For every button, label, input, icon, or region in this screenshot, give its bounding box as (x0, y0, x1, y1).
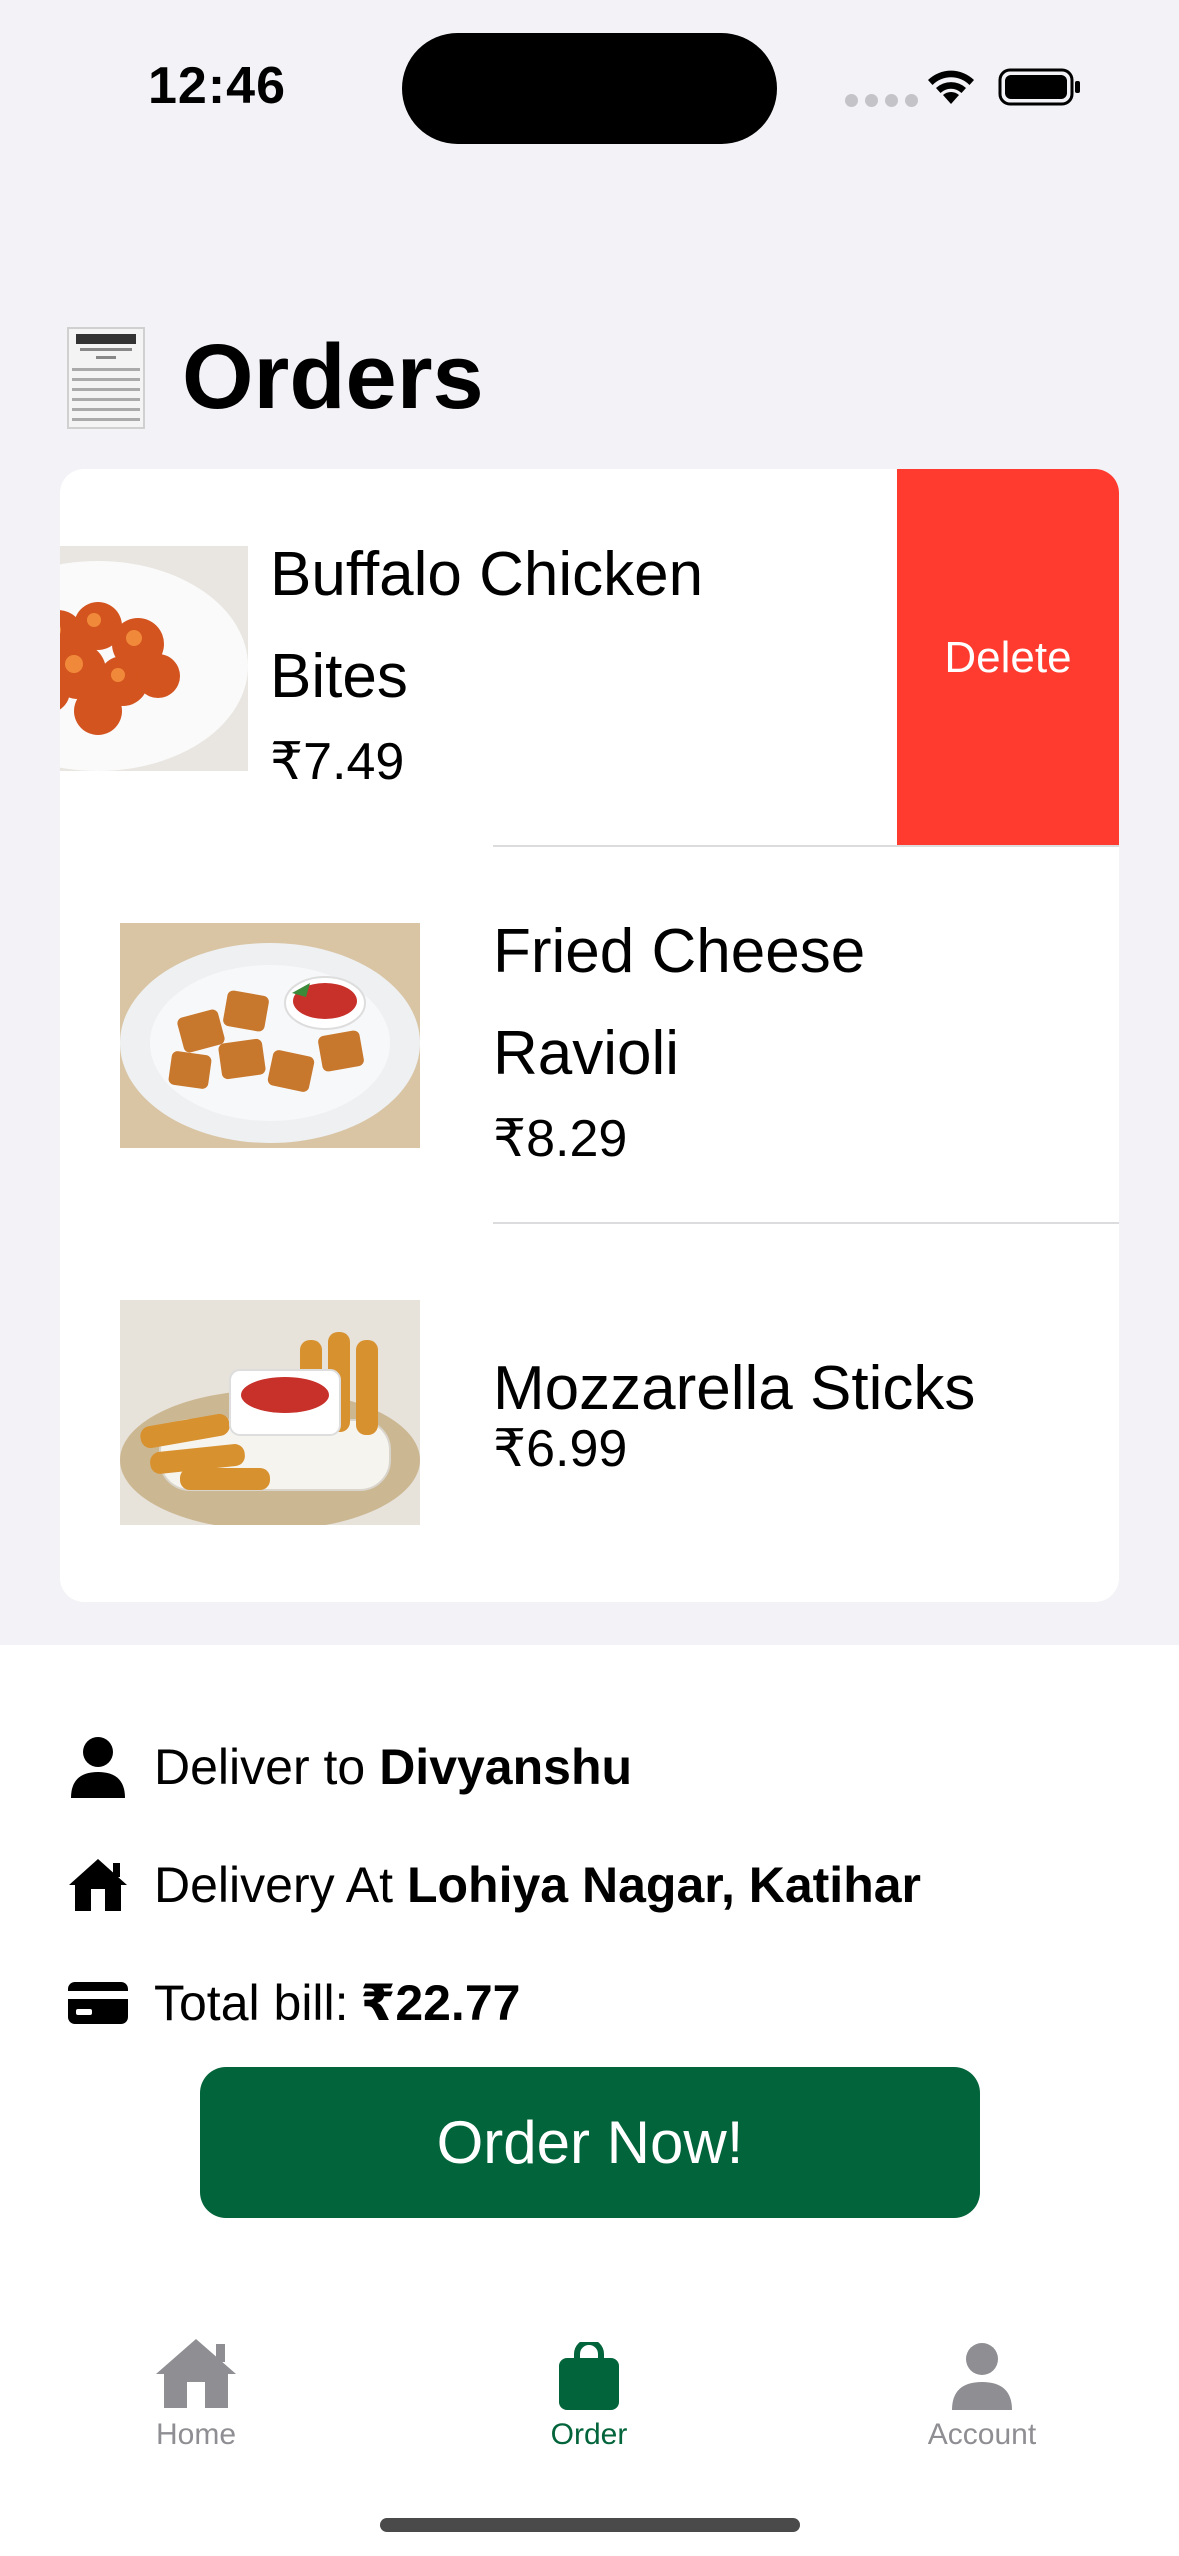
battery-icon (998, 68, 1080, 106)
person-icon (71, 1737, 125, 1798)
status-time: 12:46 (148, 57, 286, 115)
delivery-at-label: Delivery At (154, 1857, 393, 1913)
tab-account-label: Account (927, 2418, 1037, 2451)
deliver-to-label: Deliver to (154, 1739, 366, 1795)
house-icon (156, 2339, 236, 2408)
deliver-to-row: Deliver to Divyanshu (66, 1735, 632, 1799)
tab-home[interactable]: Home (76, 2320, 316, 2452)
total-bill-label: Total bill: (154, 1975, 349, 2031)
order-item-price: ₹8.29 (493, 1110, 628, 1168)
orders-list: Buffalo Chicken Bites ₹7.49 Delete Fried… (60, 469, 1119, 1602)
order-item-image (120, 1300, 420, 1525)
credit-card-icon (68, 1982, 128, 2024)
tab-order-label: Order (550, 2418, 628, 2451)
home-indicator[interactable] (380, 2518, 800, 2532)
order-item-price: ₹6.99 (493, 1420, 628, 1478)
house-icon (69, 1859, 127, 1911)
delivery-address: Lohiya Nagar, Katihar (406, 1857, 922, 1913)
deliver-to-name: Divyanshu (379, 1739, 633, 1795)
order-item-price: ₹7.49 (270, 733, 405, 791)
wifi-icon (928, 70, 974, 104)
order-item-name: Buffalo Chicken Bites (270, 540, 704, 711)
order-item[interactable]: Mozzarella Sticks ₹6.99 (60, 1223, 1119, 1599)
order-item-image (60, 546, 248, 771)
status-bar: 12:46 (0, 0, 1179, 170)
order-now-button[interactable]: Order Now! (200, 2067, 980, 2218)
delete-button[interactable]: Delete (897, 469, 1119, 846)
bag-icon (559, 2342, 619, 2410)
dynamic-island (402, 33, 777, 144)
total-bill-row: Total bill: ₹22.77 (66, 1971, 520, 2035)
tab-home-label: Home (155, 2418, 237, 2451)
total-bill-value: ₹22.77 (360, 1975, 521, 2031)
delivery-address-row: Delivery At Lohiya Nagar, Katihar (66, 1853, 921, 1917)
receipt-icon (67, 326, 145, 429)
order-item[interactable]: Fried Cheese Ravioli ₹8.29 (60, 846, 1119, 1222)
person-icon (952, 2343, 1012, 2410)
order-item-image (120, 923, 420, 1148)
cellular-signal-icon (845, 94, 918, 107)
tab-account[interactable]: Account (862, 2320, 1102, 2452)
order-item-name: Fried Cheese Ravioli (493, 917, 866, 1088)
page-title: Orders (182, 326, 484, 428)
tab-order[interactable]: Order (469, 2320, 709, 2452)
page-header: Orders (66, 325, 484, 430)
order-item[interactable]: Buffalo Chicken Bites ₹7.49 Delete (60, 469, 1119, 846)
